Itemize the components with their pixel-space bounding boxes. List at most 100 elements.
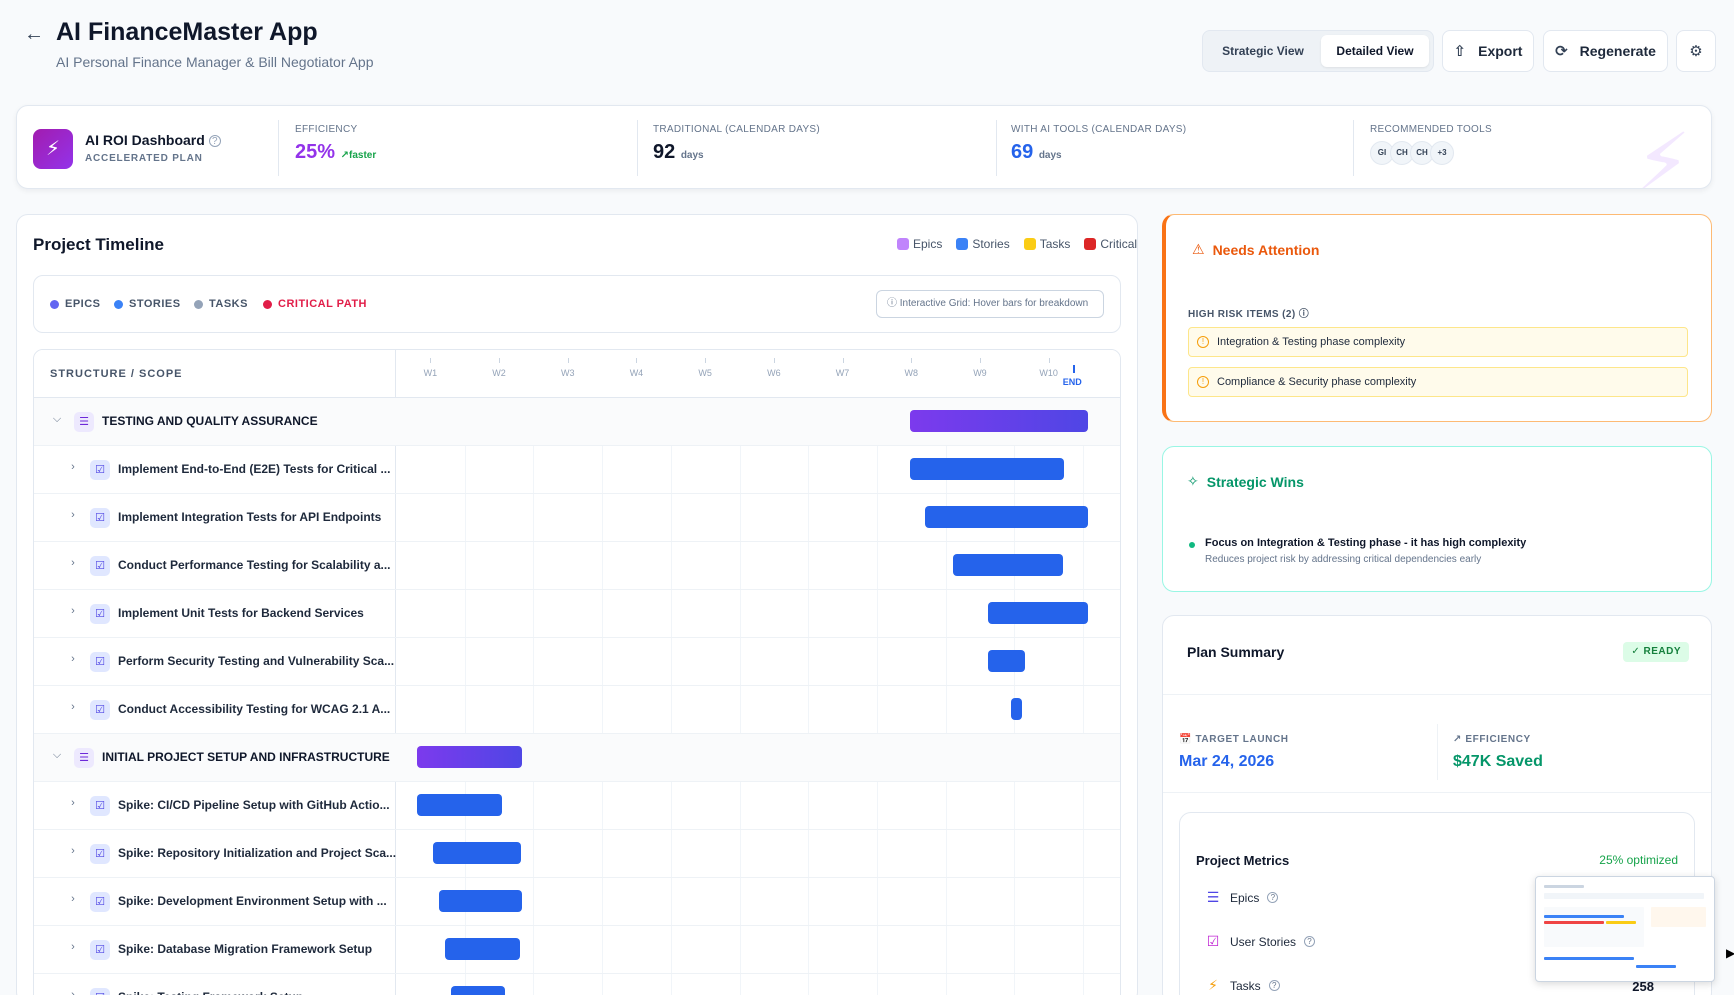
help-icon[interactable]: ? <box>1268 980 1280 991</box>
efficiency-number: 25% <box>295 141 336 163</box>
week-label: W9 <box>973 368 987 378</box>
high-risk-text: HIGH RISK ITEMS (2) <box>1188 309 1296 320</box>
story-bar[interactable] <box>987 602 1089 624</box>
risk-item-text: Integration & Testing phase complexity <box>1217 336 1406 348</box>
win-detail: Reduces project risk by addressing criti… <box>1205 554 1482 565</box>
traditional-value: 92 days <box>653 141 820 164</box>
story-bar[interactable] <box>450 986 505 995</box>
risk-item[interactable]: ! Integration & Testing phase complexity <box>1188 327 1688 357</box>
story-bar[interactable] <box>988 650 1026 672</box>
story-row[interactable]: › ☑ Implement Integration Tests for API En… <box>34 494 1120 542</box>
target-launch-text: TARGET LAUNCH <box>1195 734 1289 745</box>
story-row[interactable]: › ☑ Spike: Database Migration Framework Se… <box>34 926 1120 974</box>
help-icon[interactable]: ⓘ <box>1299 309 1309 320</box>
epic-row[interactable]: ⌵ ☰ TESTING AND QUALITY ASSURANCE <box>34 398 1120 446</box>
week-tick <box>1048 358 1050 363</box>
story-label: Spike: Database Migration Framework Setu… <box>118 942 373 956</box>
gear-icon: ⚙ <box>1689 43 1703 60</box>
filter-critical-path[interactable]: CRITICAL PATH <box>263 298 367 310</box>
epic-bar[interactable] <box>416 746 522 768</box>
story-row[interactable]: › ☑ Spike: CI/CD Pipeline Setup with GitHu… <box>34 782 1120 830</box>
story-bar[interactable] <box>953 554 1064 576</box>
efficiency-label: EFFICIENCY <box>295 124 358 135</box>
filter-label: TASKS <box>209 298 248 310</box>
chevron-right-icon[interactable]: › <box>66 845 80 857</box>
chevron-right-icon[interactable]: › <box>66 989 80 995</box>
story-bar[interactable] <box>416 794 502 816</box>
story-row[interactable]: › ☑ Spike: Testing Framework Setup <box>34 974 1120 995</box>
metric-tasks: ⚡ Tasks? <box>1204 977 1280 994</box>
list-check-icon: ☑ <box>90 796 110 816</box>
divider <box>637 120 638 176</box>
story-bar[interactable] <box>924 506 1089 528</box>
settings-button[interactable]: ⚙ <box>1676 30 1716 72</box>
strategic-view-button[interactable]: Strategic View <box>1209 35 1317 67</box>
risk-item[interactable]: ! Compliance & Security phase complexity <box>1188 367 1688 397</box>
status-badge: ✓ READY <box>1623 642 1689 662</box>
story-row[interactable]: › ☑ Implement End-to-End (E2E) Tests for C… <box>34 446 1120 494</box>
more-tools-chip[interactable]: +3 <box>1430 141 1454 165</box>
story-bar[interactable] <box>1010 698 1022 720</box>
chevron-right-icon[interactable]: › <box>66 605 80 617</box>
chevron-right-icon[interactable]: › <box>66 893 80 905</box>
preview-line <box>1651 907 1706 927</box>
chevron-right-icon[interactable]: › <box>66 653 80 665</box>
detailed-view-button[interactable]: Detailed View <box>1321 35 1429 67</box>
story-row[interactable]: › ☑ Conduct Performance Testing for Scalab… <box>34 542 1120 590</box>
story-bar[interactable] <box>439 890 522 912</box>
trend-up-icon: ↗ <box>1453 734 1462 745</box>
alert-circle-icon: ! <box>1197 376 1209 388</box>
epic-bar[interactable] <box>909 410 1089 432</box>
chevron-right-icon[interactable]: › <box>66 461 80 473</box>
story-bar[interactable] <box>445 938 520 960</box>
help-icon[interactable]: ? <box>1304 936 1316 947</box>
story-bar[interactable] <box>433 842 522 864</box>
screen-preview-thumbnail[interactable] <box>1535 876 1715 982</box>
bolt-icon: ⚡ <box>33 129 73 169</box>
story-row[interactable]: › ☑ Spike: Development Environment Setup w… <box>34 878 1120 926</box>
chevron-right-icon[interactable]: › <box>66 941 80 953</box>
chevron-right-icon[interactable]: › <box>66 557 80 569</box>
layers-icon: ☰ <box>74 748 94 768</box>
story-bar[interactable] <box>909 458 1064 480</box>
regenerate-label: Regenerate <box>1579 43 1656 59</box>
arrow-left-icon[interactable]: ← <box>22 22 46 46</box>
help-icon[interactable]: ? <box>1267 892 1279 903</box>
metric-epics: ☰ Epics? <box>1204 889 1279 906</box>
filter-label: STORIES <box>129 298 181 310</box>
chevron-right-icon[interactable]: › <box>66 701 80 713</box>
summary-efficiency-text: EFFICIENCY <box>1465 734 1531 745</box>
filter-tasks[interactable]: TASKS <box>194 298 248 310</box>
epic-row[interactable]: ⌵ ☰ INITIAL PROJECT SETUP AND INFRASTRUCTU… <box>34 734 1120 782</box>
win-bullet <box>1189 542 1195 548</box>
summary-efficiency-value: $47K Saved <box>1453 753 1543 770</box>
end-marker <box>1072 365 1075 373</box>
chevron-right-icon[interactable]: › <box>66 797 80 809</box>
story-label: Conduct Performance Testing for Scalabil… <box>118 558 391 572</box>
story-row[interactable]: › ☑ Implement Unit Tests for Backend Servi… <box>34 590 1120 638</box>
week-label: W7 <box>835 368 850 378</box>
filter-dot <box>50 299 59 309</box>
chevron-down-icon[interactable]: ⌵ <box>50 413 64 426</box>
traditional-label: TRADITIONAL (CALENDAR DAYS) <box>653 124 821 135</box>
divider <box>1437 724 1438 780</box>
story-row[interactable]: › ☑ Conduct Accessibility Testing for WCAG… <box>34 686 1120 734</box>
regenerate-button[interactable]: ⟳ Regenerate <box>1543 30 1668 72</box>
traditional-stat: TRADITIONAL (CALENDAR DAYS) 92 days <box>653 124 820 164</box>
filter-stories[interactable]: STORIES <box>114 298 181 310</box>
story-label: Spike: Development Environment Setup wit… <box>118 894 387 908</box>
story-row[interactable]: › ☑ Perform Security Testing and Vulnerabi… <box>34 638 1120 686</box>
bolt-watermark-icon: ⚡ <box>1634 118 1691 189</box>
chevron-down-icon[interactable]: ⌵ <box>50 749 64 762</box>
upload-icon: ⇧ <box>1453 43 1467 60</box>
roi-title: AI ROI Dashboard? <box>85 132 221 148</box>
legend-label: Tasks <box>1039 237 1071 251</box>
week-label: W8 <box>904 368 919 378</box>
help-icon[interactable]: ? <box>208 135 221 147</box>
export-button[interactable]: ⇧ Export <box>1442 30 1534 72</box>
metric-label: Epics <box>1230 890 1260 905</box>
filter-epics[interactable]: EPICS <box>50 298 101 310</box>
story-row[interactable]: › ☑ Spike: Repository Initialization and P… <box>34 830 1120 878</box>
chevron-right-icon[interactable]: › <box>66 509 80 521</box>
faster-note: ↗faster <box>341 150 377 161</box>
